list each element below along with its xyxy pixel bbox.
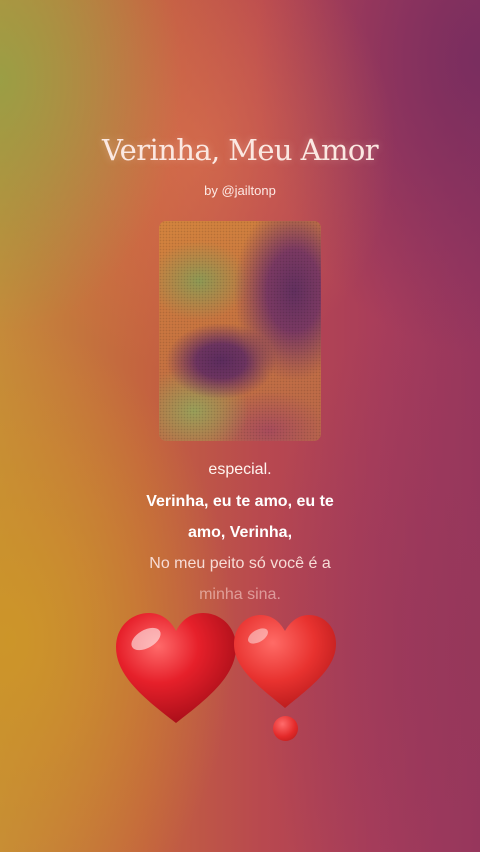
red-heart-icon [116,613,236,723]
lyric-line-current: amo, Verinha, [187,524,293,541]
lyric-line: minha sina. [199,586,281,603]
heart-exclamation-icon [234,615,336,708]
lyrics-card: Verinha, Meu Amor by @jailtonp especial.… [0,0,480,852]
lyric-line-current: Verinha, eu te amo, eu te [146,493,334,510]
album-artwork[interactable] [159,221,321,441]
song-artist[interactable]: by @jailtonp [0,183,480,198]
lyric-line: No meu peito só você é a [149,555,331,572]
heart-exclamation-dot [273,716,298,741]
song-title: Verinha, Meu Amor [102,133,379,167]
lyric-line: especial. [208,461,272,478]
